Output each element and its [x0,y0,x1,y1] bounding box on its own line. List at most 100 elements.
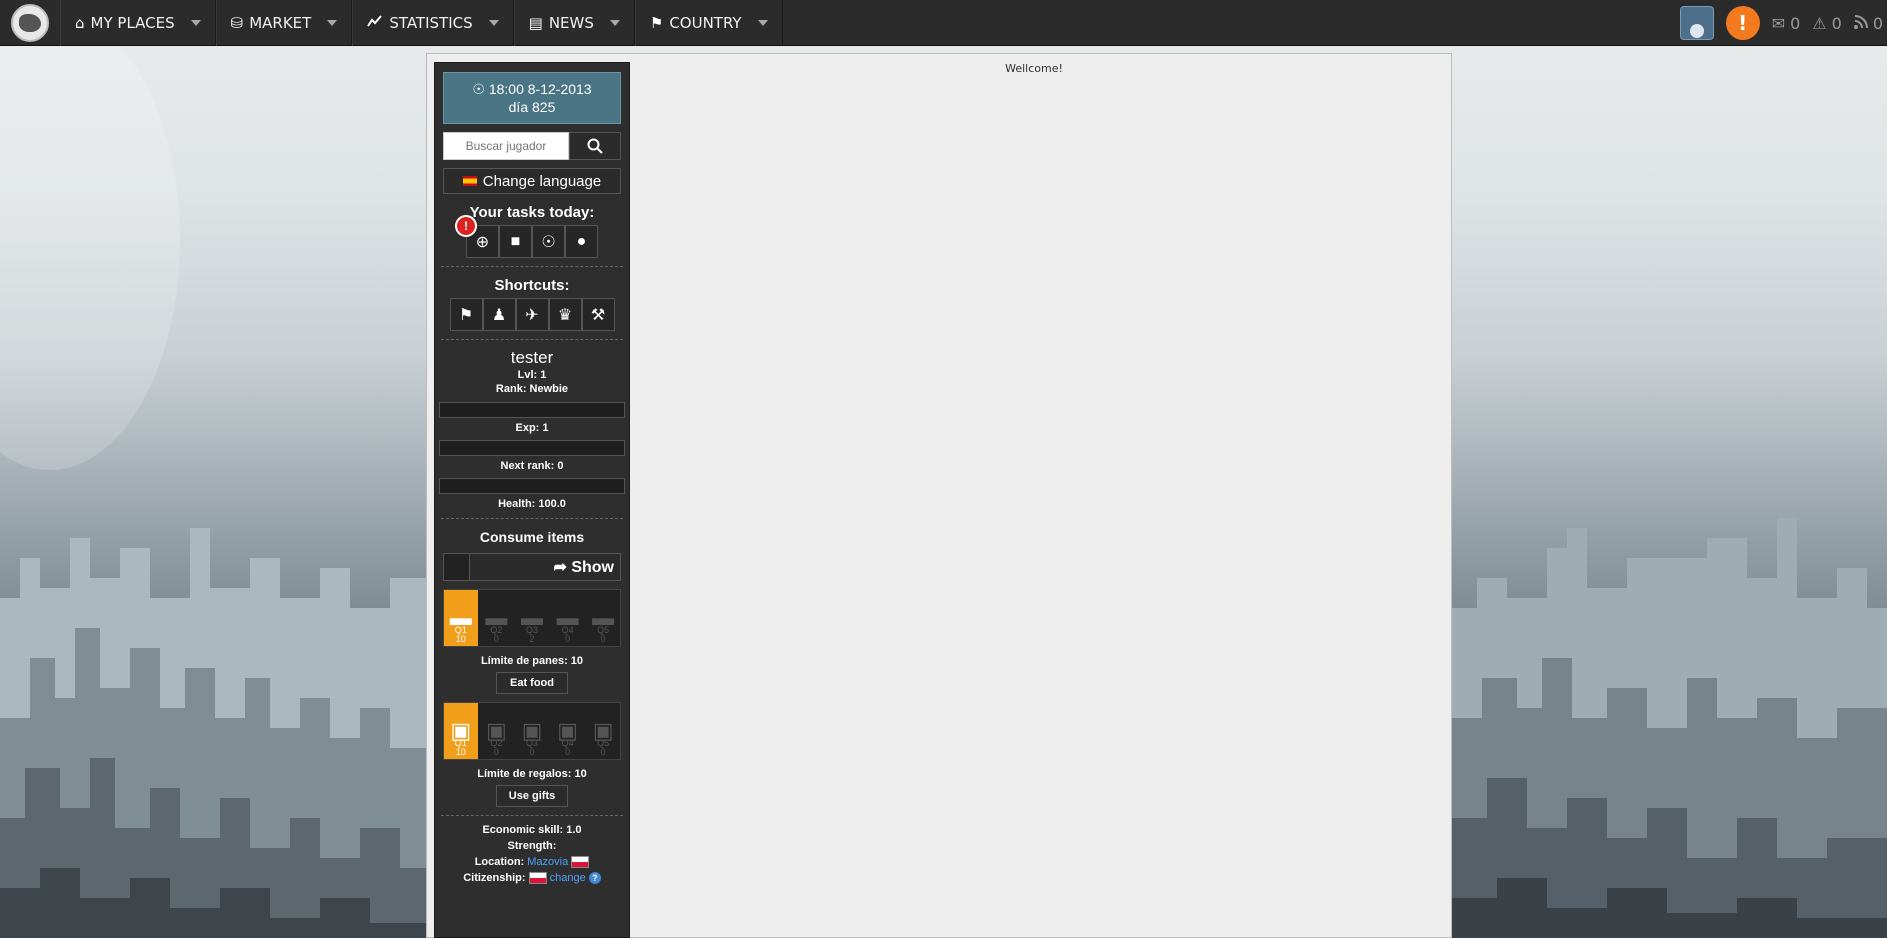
nav-market[interactable]: ⛁ MARKET [215,0,353,46]
citizenship-line: Citizenship: change ? [435,870,629,886]
date-box: ☉ 18:00 8-12-2013 día 825 [443,72,621,124]
datetime: 18:00 8-12-2013 [488,81,592,97]
bread-icon: ▬ [449,605,472,630]
nav-my-places-label: MY PLACES [90,13,175,32]
gift-items-grid: ▣ Q1 10 ▣ Q2 0 ▣ Q3 0 ▣ Q4 0 ▣ Q5 0 [443,702,621,760]
player-level: Lvl: 1 [517,369,547,381]
food-slot-q1[interactable]: ▬ Q1 10 [444,590,478,646]
messages-counter[interactable]: ✉ 0 [1772,14,1801,33]
rss-icon [1853,14,1868,33]
player-username[interactable]: tester [435,348,629,368]
nav-country[interactable]: ⚑ COUNTRY [634,0,783,46]
food-slot-q5[interactable]: ▬ Q5 0 [586,590,620,646]
change-citizenship-link[interactable]: change [550,872,586,884]
gift-count: 0 [565,747,571,757]
task-train[interactable]: ■ [499,225,532,258]
search-button[interactable] [569,132,621,160]
gift-icon: ▣ [521,718,543,743]
shortcut-tools[interactable]: ⚒ [581,298,615,331]
top-navbar: ⌂ MY PLACES ⛁ MARKET STATISTICS ▤ NEWS ⚑… [0,0,1887,46]
shortcuts-title: Shortcuts: [494,277,570,294]
food-items-grid: ▬ Q1 10 ▬ Q2 0 ▬ Q3 2 ▬ Q4 0 ▬ Q5 0 [443,589,621,647]
nav-my-places[interactable]: ⌂ MY PLACES [60,0,216,46]
podium-icon: ■ [510,232,521,250]
feed-count: 0 [1872,13,1883,33]
shortcut-travel[interactable]: ✈ [515,298,549,331]
notification-alert-button[interactable]: ! [1725,6,1760,40]
caret-down-icon [327,19,338,26]
tasks-section: ! ⊕ ■ ☉ ● [435,215,629,258]
consume-title: Consume items [479,529,585,545]
feed-counter[interactable]: 0 [1853,13,1883,33]
user-silhouette-icon [1689,24,1704,38]
task-alert-badge: ! [455,215,477,237]
food-count: 10 [455,634,466,644]
search-player-input[interactable] [443,132,569,160]
food-slot-q3[interactable]: ▬ Q3 2 [515,590,549,646]
gift-slot-q2[interactable]: ▣ Q2 0 [480,703,514,759]
use-gifts-button[interactable]: Use gifts [496,785,568,807]
caret-down-icon [488,19,499,26]
crosshair-icon: ⊕ [475,233,490,251]
change-language-label: Change language [482,172,602,190]
gift-slot-q3[interactable]: ▣ Q3 0 [515,703,549,759]
task-profile[interactable]: ● [565,225,598,258]
player-rank: Rank: Newbie [495,383,569,395]
location-label: Location: [474,856,525,868]
envelope-icon: ✉ [1771,13,1786,33]
shortcut-achievements[interactable]: ♛ [548,298,582,331]
gift-icon: ▣ [557,718,578,743]
nav-statistics-label: STATISTICS [389,13,473,32]
gift-icon: ▣ [485,718,507,743]
logo[interactable] [0,0,60,46]
food-count: 0 [600,634,606,644]
tools-icon: ⚒ [590,306,606,324]
consume-toggle[interactable] [444,554,470,580]
exp-label: Exp: 1 [515,422,549,434]
bread-icon: ▬ [556,605,579,630]
spain-flag-icon [462,176,477,186]
user-icon: ● [576,232,587,250]
bread-icon: ▬ [592,605,615,630]
divider [441,815,623,816]
gift-slot-q5[interactable]: ▣ Q5 0 [586,703,620,759]
gift-slot-q1[interactable]: ▣ Q1 10 [444,703,478,759]
gift-icon: ▣ [592,718,614,743]
food-count: 2 [529,634,535,644]
search-icon [587,138,603,154]
shortcut-bookmark[interactable]: ⚑ [449,298,483,331]
chart-line-icon [367,14,383,32]
nav-statistics[interactable]: STATISTICS [352,0,514,46]
show-button[interactable]: ➦ Show [470,557,620,577]
help-icon[interactable]: ? [588,872,601,885]
divider [441,518,623,519]
divider [441,339,623,340]
top-right-tools: ! ✉ 0 ⚠ 0 0 [1679,0,1887,46]
shortcut-users[interactable]: ♟ [482,298,516,331]
next-rank-label: Next rank: 0 [500,460,564,472]
eat-food-button[interactable]: Eat food [496,672,568,694]
nav-market-label: MARKET [249,13,312,32]
day-counter: día 825 [508,99,556,115]
poland-flag-icon [528,872,547,885]
gift-count: 10 [455,747,466,757]
task-fight[interactable]: ☉ [532,225,565,258]
city-skyline-left [0,298,430,938]
change-language-button[interactable]: Change language [443,168,621,194]
gift-slot-q4[interactable]: ▣ Q4 0 [551,703,585,759]
poland-flag-icon [571,856,590,869]
nav-news[interactable]: ▤ NEWS [513,0,635,46]
profile-avatar-button[interactable] [1679,6,1714,40]
show-toggle-row[interactable]: ➦ Show [443,553,621,581]
health-bar [439,478,625,494]
show-label: Show [571,559,614,576]
plane-icon: ✈ [525,306,539,324]
food-slot-q4[interactable]: ▬ Q4 0 [551,590,585,646]
caret-down-icon [757,19,768,26]
gift-limit: Límite de regalos: 10 [477,768,587,780]
alerts-counter[interactable]: ⚠ 0 [1812,14,1842,33]
location-link[interactable]: Mazovia [527,856,568,868]
food-limit: Límite de panes: 10 [480,655,584,667]
gift-count: 0 [529,747,535,757]
food-slot-q2[interactable]: ▬ Q2 0 [480,590,514,646]
